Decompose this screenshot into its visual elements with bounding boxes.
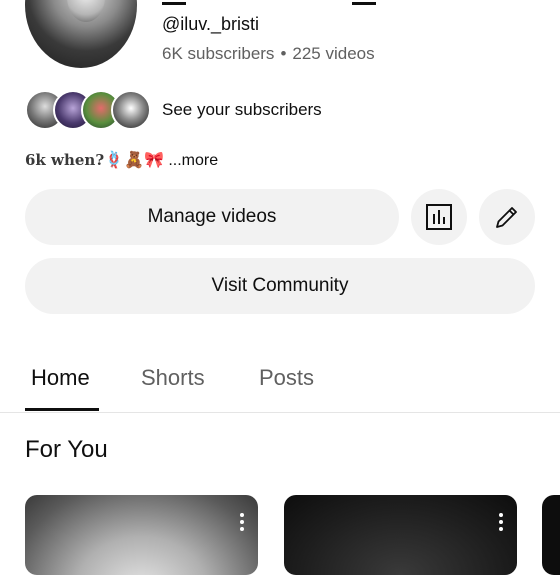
video-count: 225 videos [292, 44, 375, 63]
section-title: For You [25, 436, 108, 463]
channel-description[interactable]: 6k when?🪢🧸🎀 ...more [25, 150, 218, 170]
channel-name-fragment-right [352, 2, 376, 5]
pencil-icon [496, 207, 517, 228]
channel-handle: @iluv._bristi [162, 14, 259, 34]
tab-shorts[interactable]: Shorts [141, 365, 205, 391]
tab-posts[interactable]: Posts [259, 365, 314, 391]
video-thumbnail[interactable] [542, 495, 560, 575]
channel-name-fragment-left [162, 2, 186, 5]
channel-avatar[interactable] [25, 0, 137, 68]
subscriber-avatar [111, 90, 151, 130]
description-emoji: 🪢🧸🎀 [104, 152, 164, 169]
channel-tabs: Home Shorts Posts [0, 352, 560, 413]
analytics-icon [426, 204, 452, 230]
description-text: 6k when? [25, 151, 105, 169]
video-thumbnail[interactable] [284, 495, 517, 575]
manage-videos-label: Manage videos [147, 206, 277, 227]
channel-stats: 6K subscribers • 225 videos [162, 44, 375, 64]
visit-community-label: Visit Community [211, 275, 349, 296]
manage-videos-button[interactable]: Manage videos [25, 189, 399, 245]
subscriber-count: 6K subscribers [162, 44, 275, 63]
edit-channel-button[interactable] [479, 189, 535, 245]
see-subscribers-link[interactable]: See your subscribers [162, 100, 322, 120]
tab-home[interactable]: Home [31, 365, 90, 391]
more-options-icon[interactable] [499, 513, 503, 531]
active-tab-indicator [25, 408, 99, 411]
visit-community-button[interactable]: Visit Community [25, 258, 535, 314]
more-link[interactable]: ...more [168, 152, 218, 169]
video-thumbnail[interactable] [25, 495, 258, 575]
stats-separator: • [280, 44, 287, 63]
more-options-icon[interactable] [240, 513, 244, 531]
analytics-button[interactable] [411, 189, 467, 245]
avatar-face [67, 0, 105, 22]
